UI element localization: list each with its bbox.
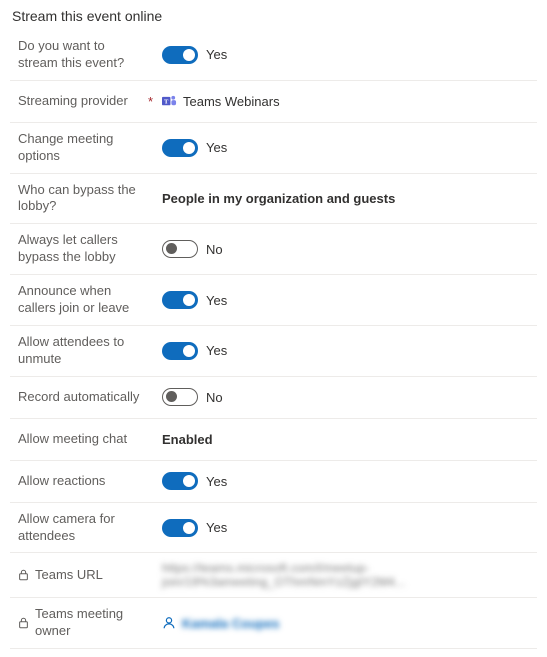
row-teams-url: Teams URL https://teams.microsoft.com/l/… [10,553,537,598]
value-chat[interactable]: Enabled [162,432,213,447]
lock-icon [18,617,29,629]
required-indicator: * [148,94,160,109]
value-bypass-lobby[interactable]: People in my organization and guests [162,191,395,206]
toggle-camera[interactable] [162,519,198,537]
toggle-label-record: No [206,390,223,405]
label-camera: Allow camera for attendees [18,511,148,545]
toggle-label-always-bypass: No [206,242,223,257]
toggle-announce[interactable] [162,291,198,309]
toggle-change-options[interactable] [162,139,198,157]
toggle-label-stream-event: Yes [206,47,227,62]
toggle-label-camera: Yes [206,520,227,535]
toggle-label-reactions: Yes [206,474,227,489]
teams-icon: T [162,94,177,109]
row-announce: Announce when callers join or leave Yes [10,275,537,326]
label-teams-url: Teams URL [35,567,103,584]
label-streaming-provider: Streaming provider [18,93,148,110]
row-always-bypass: Always let callers bypass the lobby No [10,224,537,275]
value-teams-url[interactable]: https://teams.microsoft.com/l/meetup-joi… [162,561,537,589]
lock-icon [18,569,29,581]
svg-text:T: T [164,98,169,105]
row-streaming-provider: Streaming provider * T Teams Webinars [10,81,537,123]
value-meeting-owner[interactable]: Kamala Coupes [182,616,280,631]
row-stream-event: Do you want to stream this event? Yes [10,30,537,81]
label-bypass-lobby: Who can bypass the lobby? [18,182,148,216]
label-reactions: Allow reactions [18,473,148,490]
row-chat: Allow meeting chat Enabled [10,419,537,461]
section-title: Stream this event online [12,8,537,24]
label-always-bypass: Always let callers bypass the lobby [18,232,148,266]
label-chat: Allow meeting chat [18,431,148,448]
person-icon [162,616,176,630]
label-unmute: Allow attendees to unmute [18,334,148,368]
row-unmute: Allow attendees to unmute Yes [10,326,537,377]
toggle-reactions[interactable] [162,472,198,490]
toggle-label-unmute: Yes [206,343,227,358]
row-meeting-owner: Teams meeting owner Kamala Coupes [10,598,537,649]
label-announce: Announce when callers join or leave [18,283,148,317]
toggle-unmute[interactable] [162,342,198,360]
row-record: Record automatically No [10,377,537,419]
row-reactions: Allow reactions Yes [10,461,537,503]
value-streaming-provider[interactable]: Teams Webinars [183,94,280,109]
toggle-always-bypass[interactable] [162,240,198,258]
row-change-options: Change meeting options Yes [10,123,537,174]
label-stream-event: Do you want to stream this event? [18,38,148,72]
toggle-stream-event[interactable] [162,46,198,64]
label-change-options: Change meeting options [18,131,148,165]
label-meeting-owner: Teams meeting owner [35,606,140,640]
label-record: Record automatically [18,389,148,406]
row-camera: Allow camera for attendees Yes [10,503,537,554]
toggle-record[interactable] [162,388,198,406]
toggle-label-change-options: Yes [206,140,227,155]
row-bypass-lobby: Who can bypass the lobby? People in my o… [10,174,537,225]
toggle-label-announce: Yes [206,293,227,308]
